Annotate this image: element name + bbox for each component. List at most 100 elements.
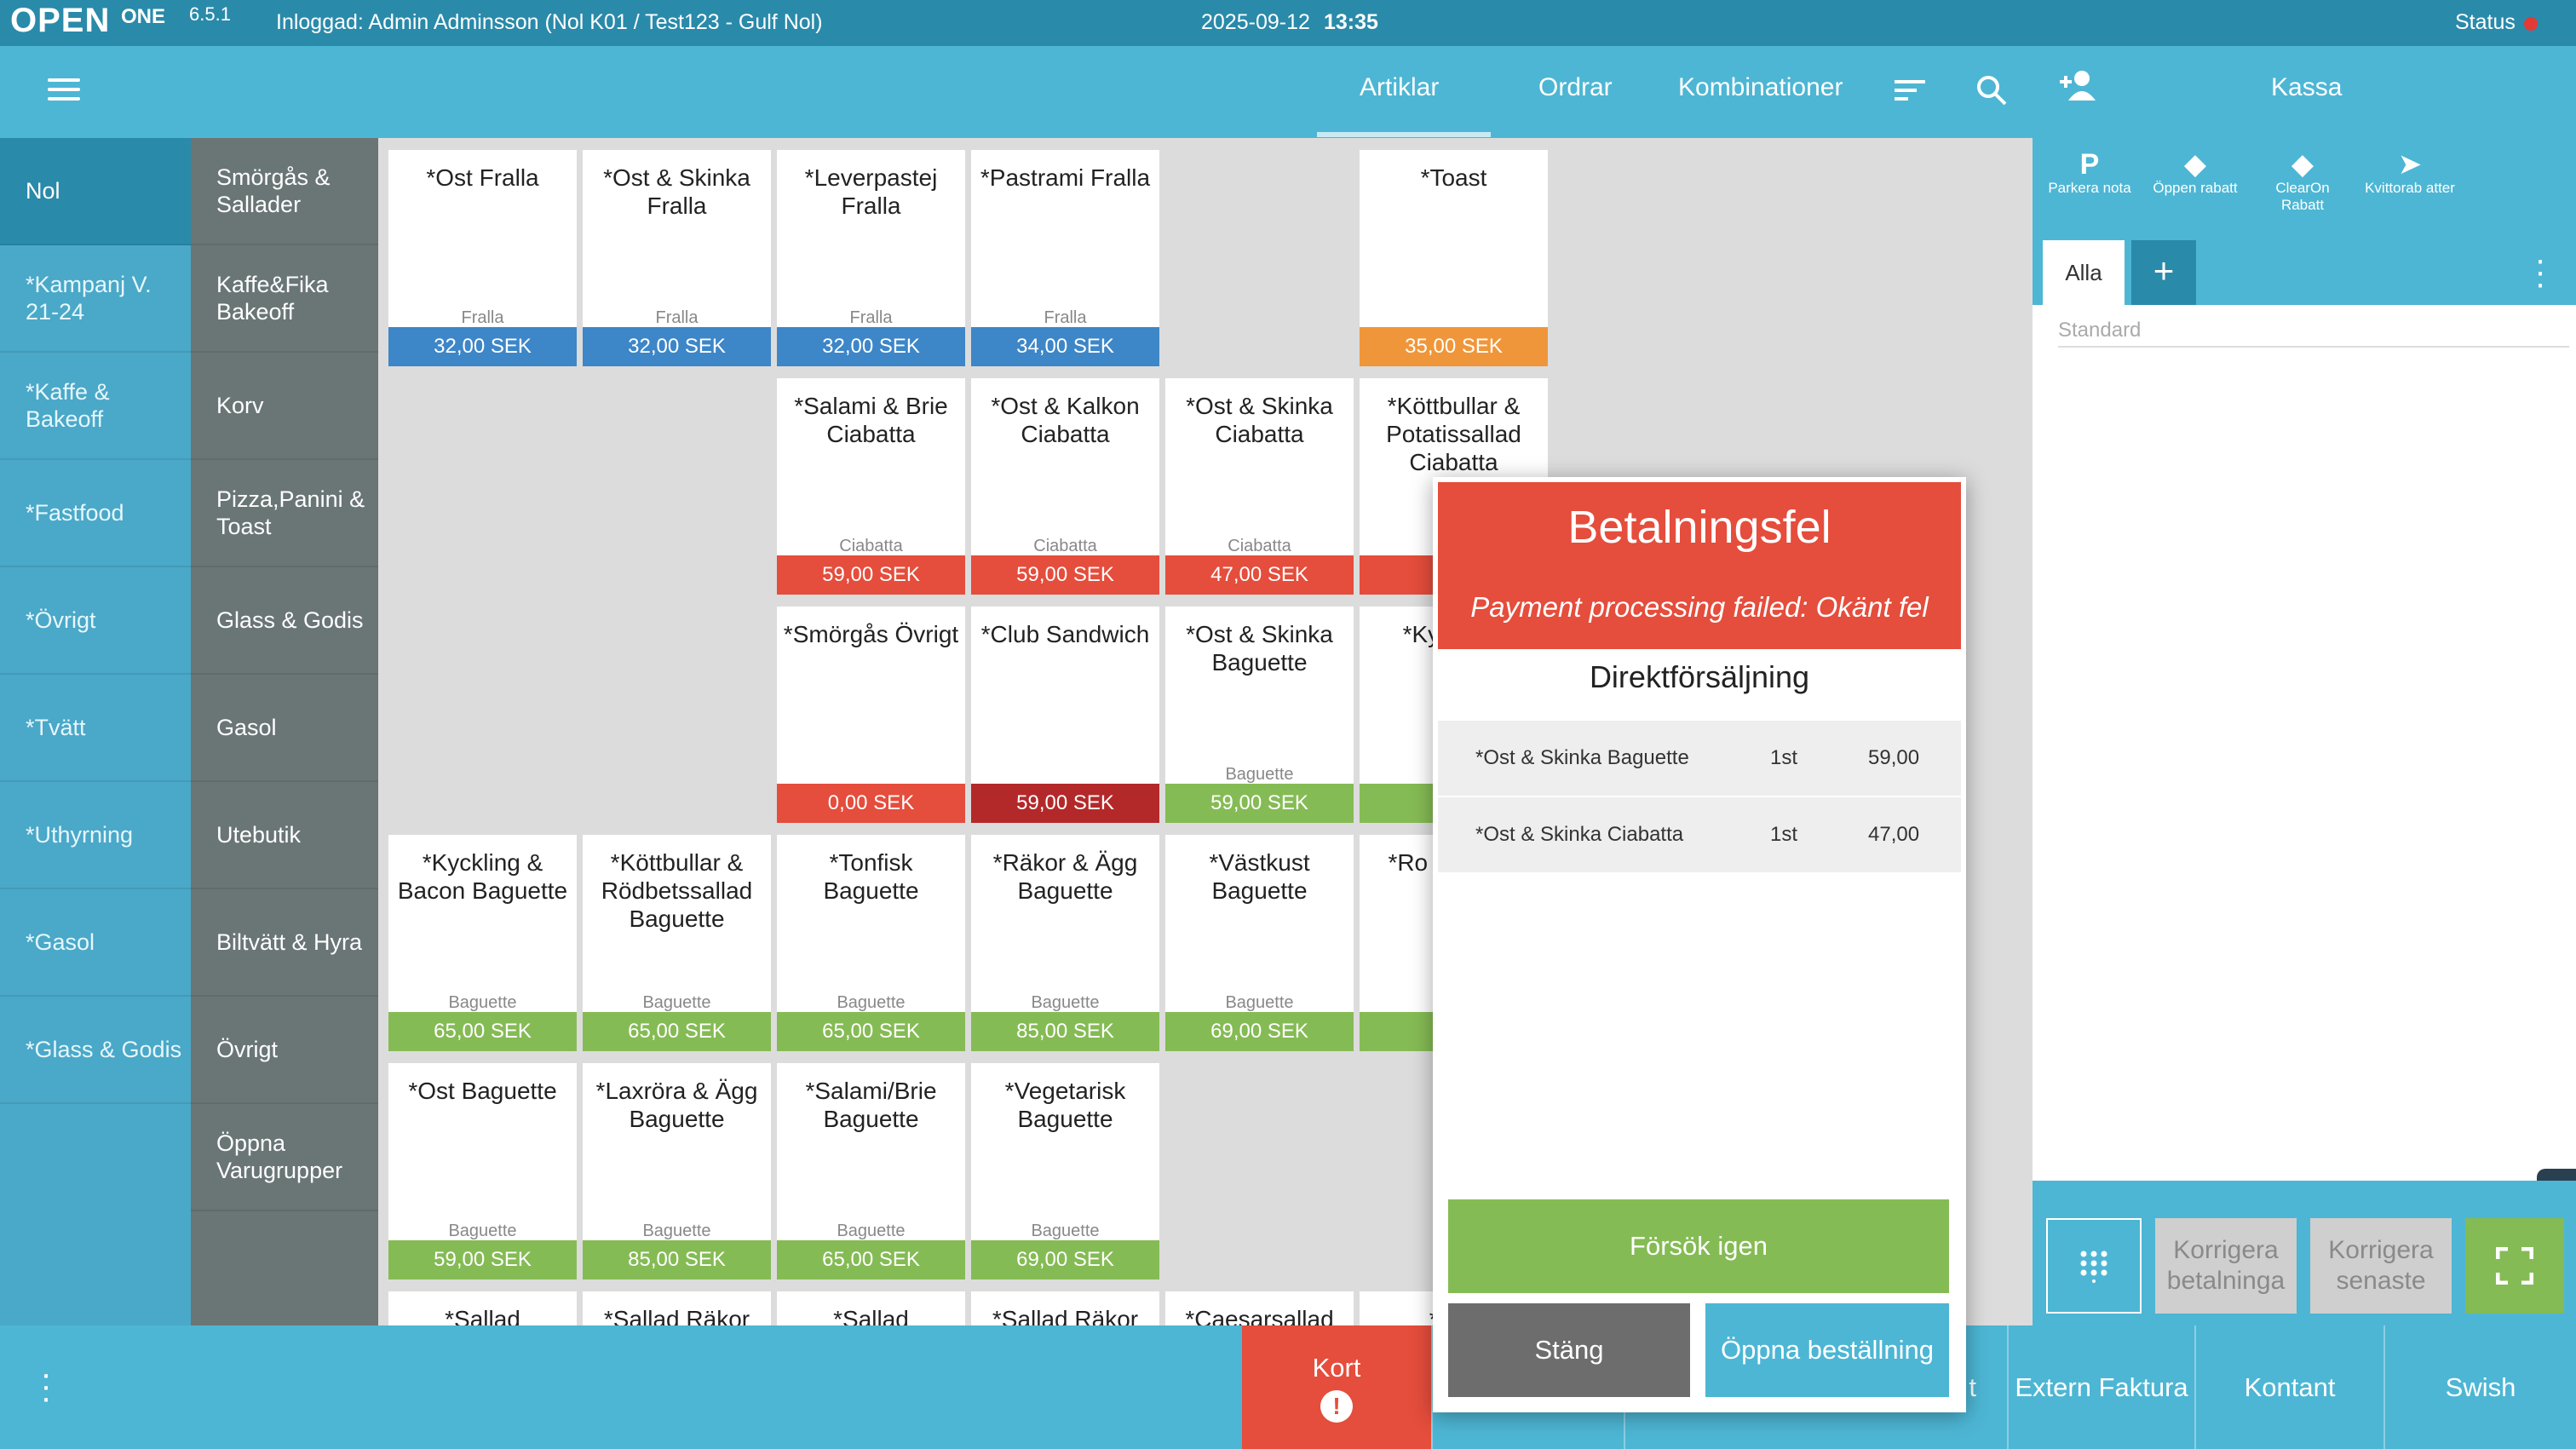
keypad-button[interactable] bbox=[2046, 1218, 2142, 1314]
category-item[interactable]: Kaffe&Fika Bakeoff bbox=[191, 245, 378, 353]
tab-ordrar[interactable]: Ordrar bbox=[1538, 73, 1613, 102]
close-button[interactable]: Stäng bbox=[1448, 1303, 1690, 1397]
product-name: *Salami & Brie Ciabatta bbox=[794, 393, 948, 447]
product-group: Baguette bbox=[1031, 993, 1100, 1012]
more-options-icon[interactable]: · · · bbox=[37, 1357, 55, 1415]
product-tile[interactable]: *Ost Fralla Fralla 32,00 SEK bbox=[388, 150, 577, 366]
external-invoice-button[interactable]: Extern Faktura bbox=[2007, 1325, 2194, 1449]
correct-payment-button[interactable]: Korrigera betalninga bbox=[2155, 1218, 2297, 1314]
product-tile[interactable]: *Sallad bbox=[777, 1291, 965, 1325]
receipt-discount-label: Kvittorab atter bbox=[2365, 180, 2455, 196]
more-options-icon[interactable]: · · · bbox=[2532, 243, 2549, 301]
product-group: Baguette bbox=[448, 1222, 517, 1240]
product-name: *Ost & Kalkon Ciabatta bbox=[991, 393, 1140, 447]
product-name: *Sallad Räkor bbox=[603, 1306, 750, 1325]
category-item[interactable]: *Kaffe & Bakeoff bbox=[0, 353, 191, 460]
category-item[interactable]: *Övrigt bbox=[0, 567, 191, 675]
add-tab-button[interactable]: + bbox=[2131, 240, 2196, 305]
product-tile[interactable]: *Ost & Skinka Baguette Baguette 59,00 SEK bbox=[1165, 607, 1354, 823]
category-item[interactable]: Gasol bbox=[191, 675, 378, 782]
product-tile[interactable]: *Vegetarisk Baguette Baguette 69,00 SEK bbox=[971, 1063, 1159, 1279]
open-discount-button[interactable]: ◆ Öppen rabatt bbox=[2148, 149, 2242, 197]
product-tile[interactable]: *Ost & Kalkon Ciabatta Ciabatta 59,00 SEK bbox=[971, 378, 1159, 595]
product-group: Ciabatta bbox=[839, 537, 903, 555]
category-item[interactable]: Biltvätt & Hyra bbox=[191, 889, 378, 997]
product-tile[interactable]: *Club Sandwich 59,00 SEK bbox=[971, 607, 1159, 823]
product-tile[interactable]: *Kyckling & Bacon Baguette Baguette 65,00 … bbox=[388, 835, 577, 1051]
tab-all[interactable]: Alla bbox=[2043, 240, 2125, 305]
product-tile[interactable]: *Sallad Räkor bbox=[971, 1291, 1159, 1325]
product-tile[interactable]: *Toast 35,00 SEK bbox=[1360, 150, 1548, 366]
category-item[interactable]: *Gasol bbox=[0, 889, 191, 997]
category-item[interactable]: Glass & Godis bbox=[191, 567, 378, 675]
sort-icon[interactable] bbox=[1893, 77, 1929, 104]
product-tile[interactable]: *Sallad Räkor bbox=[583, 1291, 771, 1325]
product-price: 65,00 SEK bbox=[777, 1240, 965, 1279]
product-tile[interactable]: *Räkor & Ägg Baguette Baguette 85,00 SEK bbox=[971, 835, 1159, 1051]
product-tile[interactable]: *Pastrami Fralla Fralla 34,00 SEK bbox=[971, 150, 1159, 366]
product-group: Baguette bbox=[1031, 1222, 1100, 1240]
product-name: *Salami/Brie Baguette bbox=[805, 1078, 937, 1132]
tab-kombinationer[interactable]: Kombinationer bbox=[1678, 73, 1843, 102]
product-tile[interactable]: *Salami & Brie Ciabatta Ciabatta 59,00 SEK bbox=[777, 378, 965, 595]
order-row-price: 47,00 bbox=[1868, 823, 1920, 846]
status-label[interactable]: Status bbox=[2455, 10, 2516, 35]
park-note-button[interactable]: P Parkera nota bbox=[2043, 149, 2136, 197]
product-name: *Smörgås Övrigt bbox=[783, 621, 959, 647]
product-price: 65,00 SEK bbox=[777, 1012, 965, 1051]
category-item[interactable]: Smörgås & Sallader bbox=[191, 138, 378, 245]
logged-in-user: Inloggad: Admin Adminsson (Nol K01 / Tes… bbox=[276, 10, 823, 34]
card-payment-button[interactable]: Kort ! bbox=[1242, 1325, 1431, 1449]
category-item[interactable]: *Fastfood bbox=[0, 460, 191, 567]
product-tile[interactable]: *Ost & Skinka Ciabatta Ciabatta 47,00 SEK bbox=[1165, 378, 1354, 595]
category-item[interactable]: *Tvätt bbox=[0, 675, 191, 782]
category-item[interactable]: Öppna Varugrupper bbox=[191, 1104, 378, 1211]
product-name: *Vegetarisk Baguette bbox=[1004, 1078, 1126, 1132]
product-price: 32,00 SEK bbox=[777, 327, 965, 366]
category-item[interactable]: Pizza,Panini & Toast bbox=[191, 460, 378, 567]
category-item[interactable]: Utebutik bbox=[191, 782, 378, 889]
product-name: *Caesarsallad bbox=[1185, 1306, 1334, 1325]
product-price: 59,00 SEK bbox=[971, 784, 1159, 823]
product-tile[interactable]: *Leverpastej Fralla Fralla 32,00 SEK bbox=[777, 150, 965, 366]
add-customer-icon[interactable] bbox=[2058, 68, 2101, 102]
category-item[interactable]: *Kampanj V. 21-24 bbox=[0, 245, 191, 353]
category-item[interactable]: Övrigt bbox=[191, 997, 378, 1104]
tab-artiklar[interactable]: Artiklar bbox=[1360, 73, 1439, 102]
product-tile[interactable]: *Köttbullar & Rödbetssallad Baguette Bagu… bbox=[583, 835, 771, 1051]
product-price: 35,00 SEK bbox=[1360, 327, 1548, 366]
product-group: Baguette bbox=[837, 1222, 906, 1240]
product-name: *Pastrami Fralla bbox=[980, 164, 1151, 191]
product-tile[interactable]: *Sallad bbox=[388, 1291, 577, 1325]
clearon-discount-button[interactable]: ◆ ClearOn Rabatt bbox=[2256, 149, 2349, 214]
category-item[interactable]: *Uthyrning bbox=[0, 782, 191, 889]
category-item[interactable]: *Glass & Godis bbox=[0, 997, 191, 1104]
standard-field[interactable]: Standard bbox=[2058, 313, 2569, 348]
correct-latest-button[interactable]: Korrigera senaste bbox=[2310, 1218, 2452, 1314]
product-tile[interactable]: *Tonfisk Baguette Baguette 65,00 SEK bbox=[777, 835, 965, 1051]
product-tile[interactable]: *Laxröra & Ägg Baguette Baguette 85,00 SEK bbox=[583, 1063, 771, 1279]
category-item[interactable]: Nol bbox=[0, 138, 191, 245]
open-order-button[interactable]: Öppna beställning bbox=[1705, 1303, 1949, 1397]
category-item[interactable]: Korv bbox=[191, 353, 378, 460]
product-group: Ciabatta bbox=[1228, 537, 1291, 555]
order-row-price: 59,00 bbox=[1868, 746, 1920, 769]
search-icon[interactable] bbox=[1975, 73, 2009, 107]
fullscreen-button[interactable] bbox=[2465, 1218, 2564, 1314]
product-tile[interactable]: *Ost & Skinka Fralla Fralla 32,00 SEK bbox=[583, 150, 771, 366]
cash-button[interactable]: Kontant bbox=[2194, 1325, 2383, 1449]
product-tile[interactable]: *Ost Baguette Baguette 59,00 SEK bbox=[388, 1063, 577, 1279]
cart-title: Kassa bbox=[2271, 73, 2343, 101]
product-tile[interactable]: *Smörgås Övrigt 0,00 SEK bbox=[777, 607, 965, 823]
open-discount-label: Öppen rabatt bbox=[2153, 180, 2238, 196]
menu-icon[interactable] bbox=[48, 78, 80, 101]
receipt-discount-button[interactable]: ➤ Kvittorab atter bbox=[2363, 149, 2457, 197]
top-bar: OPEN ONE 6.5.1 Inloggad: Admin Adminsson… bbox=[0, 0, 2576, 46]
current-time: 13:35 bbox=[1324, 10, 1378, 34]
product-tile[interactable]: *Salami/Brie Baguette Baguette 65,00 SEK bbox=[777, 1063, 965, 1279]
retry-button[interactable]: Försök igen bbox=[1448, 1199, 1949, 1293]
product-tile[interactable]: *Caesarsallad bbox=[1165, 1291, 1354, 1325]
category-list-secondary: Smörgås & Sallader Kaffe&Fika Bakeoff Korv… bbox=[191, 138, 378, 1325]
swish-button[interactable]: Swish bbox=[2383, 1325, 2576, 1449]
product-tile[interactable]: *Västkust Baguette Baguette 69,00 SEK bbox=[1165, 835, 1354, 1051]
